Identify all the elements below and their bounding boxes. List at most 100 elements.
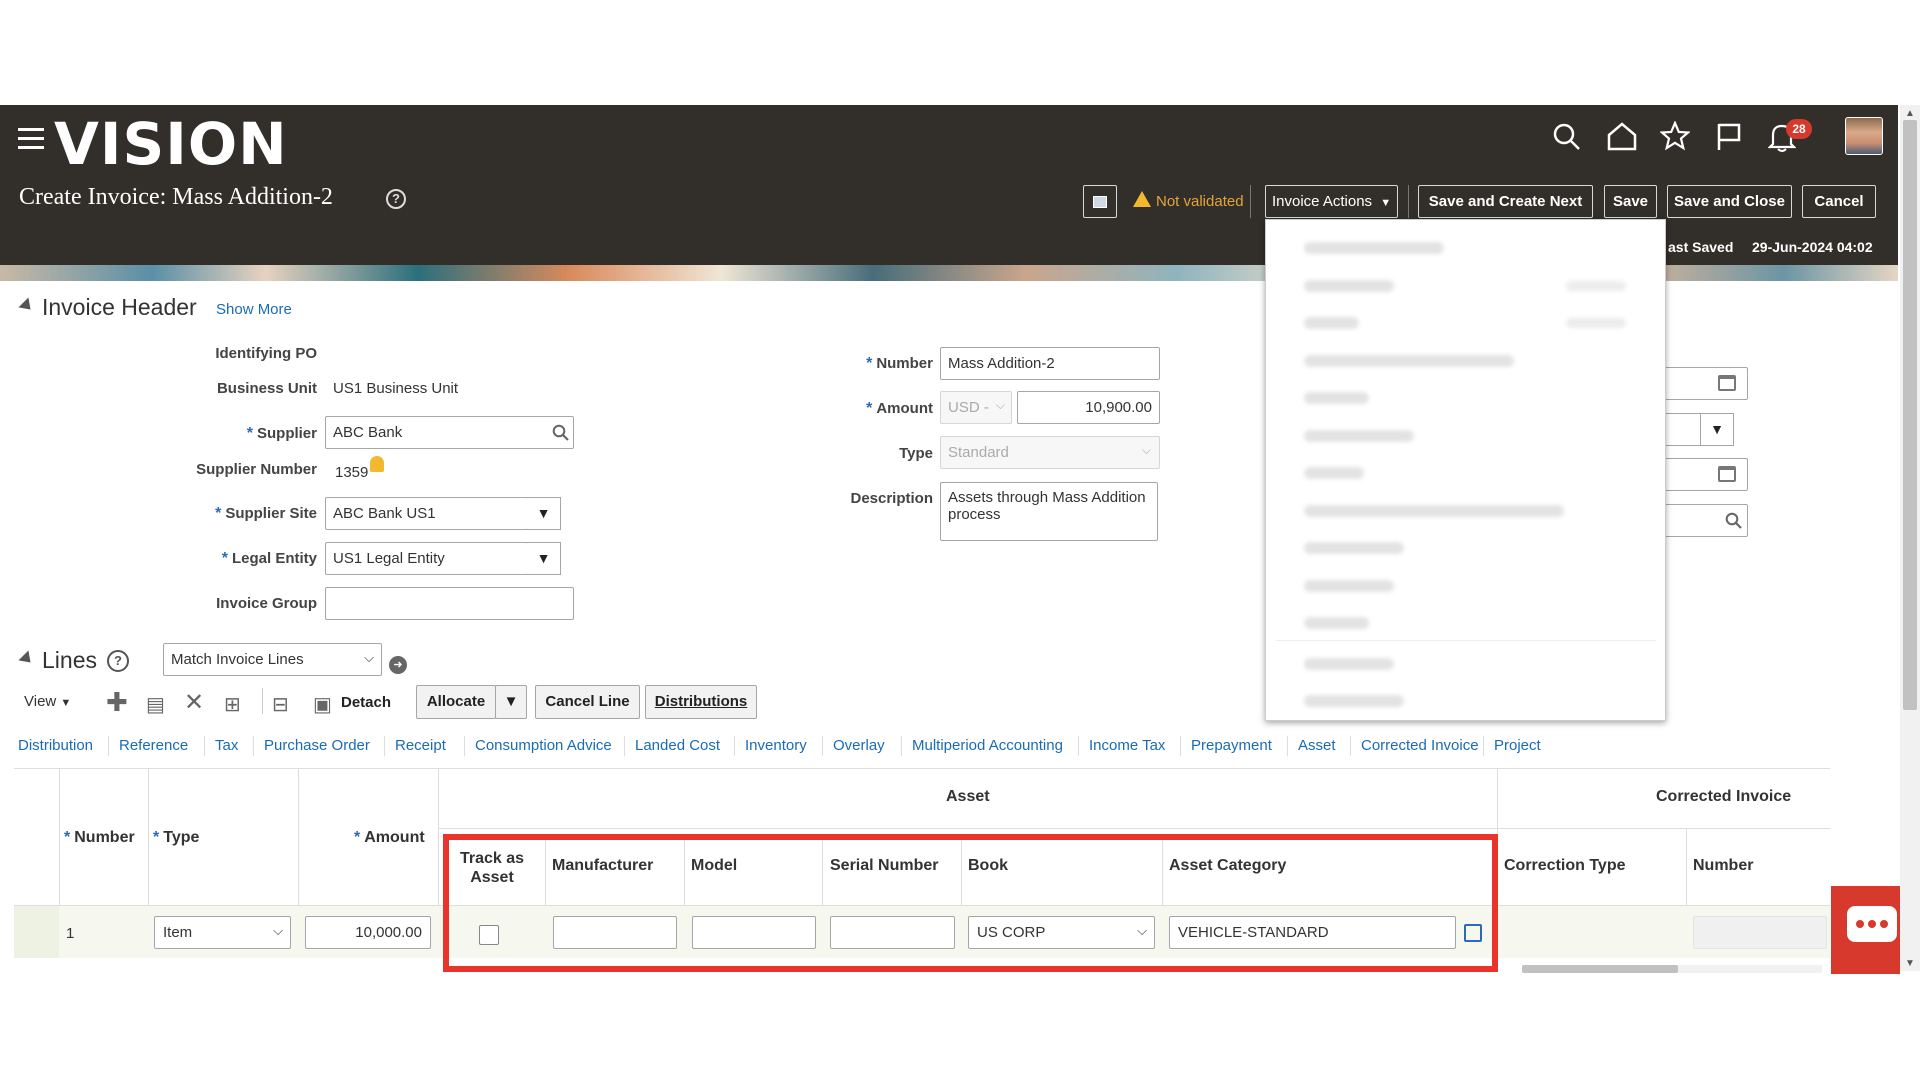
tab-project[interactable]: Project — [1494, 737, 1541, 754]
menu-item[interactable] — [1304, 542, 1404, 554]
tab-reference[interactable]: Reference — [119, 737, 188, 754]
menu-item[interactable] — [1304, 392, 1369, 404]
calendar-icon[interactable] — [1718, 466, 1736, 482]
tab-separator — [384, 736, 385, 756]
type-select: Standard ⌵ — [940, 436, 1160, 469]
show-more-link[interactable]: Show More — [216, 301, 292, 318]
chat-widget[interactable] — [1831, 886, 1900, 974]
vertical-scroll-thumb[interactable] — [1903, 120, 1917, 710]
distributions-button[interactable]: Distributions — [645, 685, 757, 719]
menu-item[interactable] — [1304, 280, 1394, 292]
help-icon[interactable]: ? — [386, 189, 406, 209]
tab-receipt[interactable]: Receipt — [395, 737, 446, 754]
col-correction-type: Correction Type — [1504, 857, 1626, 874]
chevron-down-icon: ⌵ — [273, 923, 283, 938]
horizontal-scroll-thumb[interactable] — [1522, 965, 1678, 973]
description-textarea[interactable]: Assets through Mass Addition process — [940, 482, 1158, 541]
tab-asset[interactable]: Asset — [1298, 737, 1336, 754]
tab-income-tax[interactable]: Income Tax — [1089, 737, 1165, 754]
split-icon[interactable]: ⊞ — [224, 692, 241, 717]
filter-icon[interactable]: ⊟ — [272, 692, 289, 717]
save-and-close-button[interactable]: Save and Close — [1667, 185, 1792, 218]
tab-multiperiod-accounting[interactable]: Multiperiod Accounting — [912, 737, 1063, 754]
menu-item[interactable] — [1304, 580, 1394, 592]
menu-item[interactable] — [1304, 695, 1404, 707]
menu-item[interactable] — [1304, 617, 1369, 629]
description-label: Description — [850, 490, 933, 507]
go-icon[interactable]: ➜ — [389, 656, 407, 674]
type-label: Type — [899, 445, 933, 462]
cancel-line-button[interactable]: Cancel Line — [535, 685, 640, 719]
menu-item[interactable] — [1304, 355, 1514, 367]
collapse-icon[interactable] — [18, 297, 36, 315]
select-field-right-button[interactable]: ▼ — [1700, 413, 1734, 446]
supplier-label: * Supplier — [246, 425, 317, 442]
edit-icon[interactable]: ▤ — [146, 692, 165, 717]
allocate-dropdown-button[interactable]: ▼ — [495, 685, 527, 719]
supplier-site-dropdown-button[interactable]: ▼ — [527, 497, 561, 530]
legal-entity-select[interactable]: US1 Legal Entity — [325, 542, 528, 575]
match-invoice-lines-select[interactable]: Match Invoice Lines ⌵ — [163, 643, 382, 676]
tab-overlay[interactable]: Overlay — [833, 737, 885, 754]
scroll-up-arrow[interactable]: ▲ — [1905, 108, 1915, 119]
tab-prepayment[interactable]: Prepayment — [1191, 737, 1272, 754]
legal-entity-label: * Legal Entity — [221, 550, 317, 567]
calendar-icon[interactable] — [1718, 375, 1736, 391]
vision-logo[interactable]: VISION — [54, 110, 288, 178]
save-and-create-next-button[interactable]: Save and Create Next — [1418, 185, 1593, 218]
menu-icon[interactable] — [18, 128, 44, 150]
view-toggle-button[interactable] — [1083, 185, 1117, 218]
menu-item[interactable] — [1304, 242, 1444, 254]
home-icon[interactable] — [1606, 121, 1638, 151]
tab-purchase-order[interactable]: Purchase Order — [264, 737, 370, 754]
allocate-button[interactable]: Allocate — [416, 685, 496, 719]
last-saved-label: ast Saved — [1668, 239, 1734, 255]
lines-title: Lines — [42, 647, 97, 673]
add-icon[interactable]: ✚ — [106, 687, 128, 718]
avatar[interactable] — [1845, 117, 1883, 155]
save-button[interactable]: Save — [1604, 185, 1657, 218]
tab-inventory[interactable]: Inventory — [745, 737, 807, 754]
menu-item[interactable] — [1304, 505, 1564, 517]
supplier-input[interactable]: ABC Bank — [325, 416, 574, 449]
row-amount-input[interactable]: 10,000.00 — [305, 916, 431, 949]
tab-corrected-invoice[interactable]: Corrected Invoice — [1361, 737, 1479, 754]
tab-consumption-advice[interactable]: Consumption Advice — [475, 737, 612, 754]
tab-landed-cost[interactable]: Landed Cost — [635, 737, 720, 754]
corrected-number-input — [1693, 916, 1827, 949]
tab-distribution[interactable]: Distribution — [18, 737, 93, 754]
invoice-actions-label: Invoice Actions — [1272, 193, 1373, 210]
view-menu[interactable]: View ▼ — [24, 693, 71, 710]
tab-separator — [1180, 736, 1181, 756]
menu-item[interactable] — [1304, 430, 1414, 442]
chevron-down-icon: ▼ — [1380, 197, 1392, 209]
supplier-site-select[interactable]: ABC Bank US1 — [325, 497, 528, 530]
help-icon[interactable]: ? — [107, 650, 129, 672]
row-selector[interactable] — [14, 906, 59, 958]
menu-item[interactable] — [1304, 658, 1394, 670]
tab-tax[interactable]: Tax — [215, 737, 238, 754]
detach-button[interactable]: Detach — [341, 694, 391, 711]
validation-status[interactable]: Not validated — [1156, 193, 1244, 210]
menu-item[interactable] — [1304, 317, 1359, 329]
row-type-select[interactable]: Item ⌵ — [154, 916, 291, 949]
chevron-down-icon: ▼ — [60, 697, 72, 709]
number-input[interactable]: Mass Addition-2 — [940, 347, 1160, 380]
delete-icon[interactable]: ✕ — [184, 688, 204, 717]
cancel-button[interactable]: Cancel — [1802, 185, 1876, 218]
star-icon[interactable] — [1660, 121, 1690, 151]
flag-icon[interactable] — [1715, 122, 1743, 152]
invoice-actions-button[interactable]: Invoice Actions ▼ — [1265, 185, 1398, 218]
scroll-down-arrow[interactable]: ▼ — [1905, 958, 1915, 969]
search-icon[interactable] — [552, 424, 569, 441]
invoice-group-input[interactable] — [325, 587, 574, 620]
detach-icon[interactable]: ▣ — [313, 692, 332, 717]
menu-item[interactable] — [1304, 467, 1364, 479]
business-unit-label: Business Unit — [216, 380, 317, 397]
collapse-icon[interactable] — [18, 650, 36, 668]
select-field-right[interactable] — [1664, 413, 1704, 446]
legal-entity-dropdown-button[interactable]: ▼ — [527, 542, 561, 575]
search-icon[interactable] — [1725, 512, 1742, 529]
search-icon[interactable] — [1552, 122, 1582, 152]
amount-input[interactable]: 10,900.00 — [1017, 391, 1160, 424]
